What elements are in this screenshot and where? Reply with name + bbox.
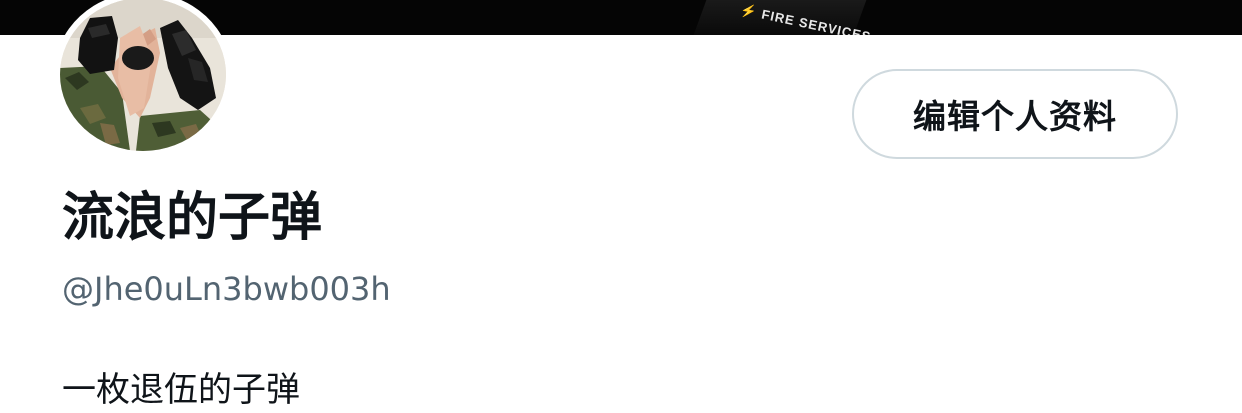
profile-bio: 一枚退伍的子弹 xyxy=(62,370,300,410)
avatar[interactable] xyxy=(54,0,232,157)
profile-handle: @Jhe0uLn3bwb003h xyxy=(62,270,391,308)
edit-profile-button[interactable]: 编辑个人资料 xyxy=(852,69,1178,159)
profile-display-name: 流浪的子弹 xyxy=(62,188,323,248)
avatar-image xyxy=(60,0,226,151)
